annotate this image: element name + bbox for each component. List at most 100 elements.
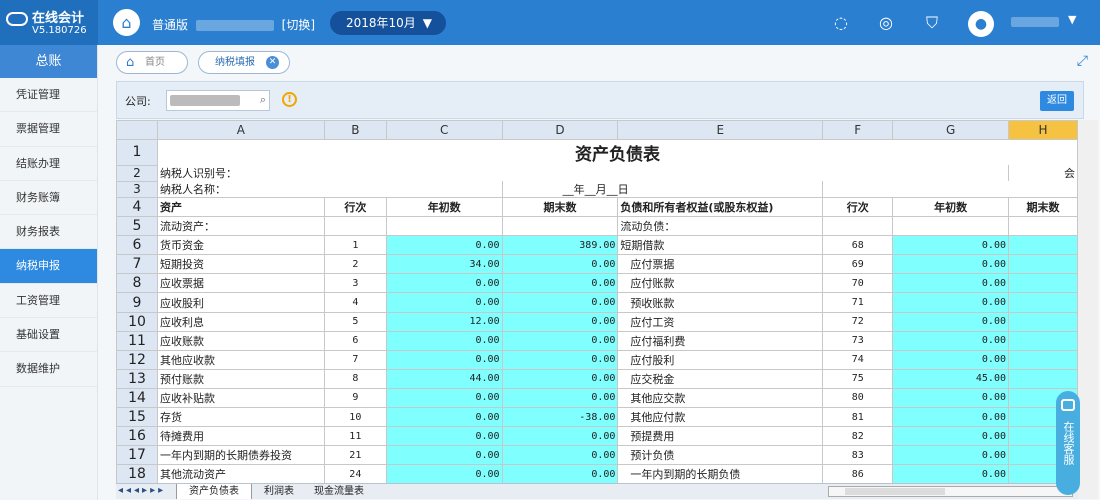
asset-line-no[interactable]: 1	[323, 235, 387, 256]
asset-end-value[interactable]: 0.00	[501, 311, 619, 332]
message-icon[interactable]: ◌	[831, 13, 851, 33]
liability-name[interactable]: 短期借款	[617, 235, 824, 256]
row-header[interactable]: 14	[116, 387, 158, 409]
liability-line-no[interactable]: 75	[822, 368, 894, 389]
row-header[interactable]: 2	[116, 164, 158, 182]
asset-end-value[interactable]: 0.00	[501, 368, 619, 389]
right-fragment[interactable]: 会	[1008, 165, 1078, 181]
header-line-no-2[interactable]: 行次	[822, 196, 894, 218]
blank-cell[interactable]	[892, 216, 1009, 237]
online-service-button[interactable]: 在线客服	[1056, 391, 1080, 495]
asset-begin-value[interactable]: 34.00	[385, 254, 503, 275]
liability-name[interactable]: 应付福利费	[617, 330, 824, 351]
taxpayer-id-label[interactable]: 纳税人识别号：	[156, 165, 1010, 181]
back-button[interactable]: 返回	[1040, 91, 1074, 111]
expand-icon[interactable]: ⤢	[1077, 53, 1088, 69]
switch-link[interactable]: [切换]	[282, 18, 315, 32]
col-header-c[interactable]: C	[385, 120, 503, 140]
asset-line-no[interactable]: 8	[323, 368, 387, 389]
asset-begin-value[interactable]: 0.00	[385, 464, 503, 483]
sheet-tab-income[interactable]: 利润表	[252, 484, 306, 499]
sidebar-item-closing[interactable]: 结账办理	[0, 147, 97, 181]
asset-name[interactable]: 一年内到期的长期债券投资	[156, 445, 325, 466]
header-end[interactable]: 期末数	[501, 196, 619, 218]
asset-name[interactable]: 应收补贴款	[156, 387, 325, 409]
sidebar-item-voucher[interactable]: 凭证管理	[0, 78, 97, 113]
asset-name[interactable]: 其他应收款	[156, 349, 325, 370]
liability-begin-value[interactable]: 0.00	[892, 426, 1009, 447]
asset-begin-value[interactable]: 0.00	[385, 387, 503, 409]
vertical-scrollbar[interactable]	[1078, 120, 1098, 499]
asset-name[interactable]: 短期投资	[156, 254, 325, 275]
header-asset[interactable]: 资产	[156, 196, 325, 218]
liability-line-no[interactable]: 82	[822, 426, 894, 447]
liability-name[interactable]: 应付票据	[617, 254, 824, 275]
liability-name[interactable]: 应付股利	[617, 349, 824, 370]
tab-home[interactable]: ⌂ 首页	[116, 51, 188, 74]
asset-begin-value[interactable]: 0.00	[385, 330, 503, 351]
asset-line-no[interactable]: 4	[323, 292, 387, 313]
row-header[interactable]: 17	[116, 445, 158, 466]
liability-line-no[interactable]: 70	[822, 273, 894, 294]
asset-end-value[interactable]: 0.00	[501, 273, 619, 294]
asset-name[interactable]: 预付账款	[156, 368, 325, 389]
sidebar-item-payroll[interactable]: 工资管理	[0, 284, 97, 319]
asset-name[interactable]: 待摊费用	[156, 426, 325, 447]
asset-name[interactable]: 应收票据	[156, 273, 325, 294]
sidebar-item-tax[interactable]: 纳税申报	[0, 249, 97, 284]
select-all-corner[interactable]	[116, 120, 158, 140]
asset-begin-value[interactable]: 0.00	[385, 273, 503, 294]
sheet-nav-arrows-icon[interactable]: ◂◂◂▸▸▸	[118, 485, 166, 496]
liability-name[interactable]: 预计负债	[617, 445, 824, 466]
asset-line-no[interactable]: 7	[323, 349, 387, 370]
sheet-tab-balance[interactable]: 资产负债表	[176, 484, 252, 499]
liability-name[interactable]: 一年内到期的长期负债	[617, 464, 824, 483]
user-menu-caret-icon[interactable]: ▼	[1068, 13, 1076, 26]
liability-line-no[interactable]: 74	[822, 349, 894, 370]
header-end-2[interactable]: 期末数	[1008, 196, 1078, 218]
asset-end-value[interactable]: 0.00	[501, 254, 619, 275]
asset-begin-value[interactable]: 0.00	[385, 349, 503, 370]
asset-line-no[interactable]: 9	[323, 387, 387, 409]
header-line-no[interactable]: 行次	[323, 196, 387, 218]
sheet-tab-cashflow[interactable]: 现金流量表	[302, 484, 376, 499]
blank-cell[interactable]	[385, 216, 503, 237]
asset-line-no[interactable]: 11	[323, 426, 387, 447]
period-selector[interactable]: 2018年10月 ▼	[330, 11, 446, 35]
liability-begin-value[interactable]: 45.00	[892, 368, 1009, 389]
sidebar-item-settings[interactable]: 基础设置	[0, 318, 97, 353]
asset-line-no[interactable]: 10	[323, 407, 387, 428]
asset-name[interactable]: 应收股利	[156, 292, 325, 313]
scroll-thumb[interactable]	[845, 488, 945, 495]
sidebar-item-ledgers[interactable]: 财务账簿	[0, 181, 97, 216]
col-header-d[interactable]: D	[501, 120, 619, 140]
asset-name[interactable]: 其他流动资产	[156, 464, 325, 483]
asset-end-value[interactable]: 0.00	[501, 426, 619, 447]
row-header[interactable]: 6	[116, 235, 158, 256]
liability-line-no[interactable]: 68	[822, 235, 894, 256]
search-icon[interactable]: ⌕	[260, 93, 266, 107]
col-header-h[interactable]: H	[1008, 120, 1078, 140]
liability-begin-value[interactable]: 0.00	[892, 235, 1009, 256]
blank-cell[interactable]	[1008, 216, 1078, 237]
row-header[interactable]: 13	[116, 368, 158, 389]
asset-line-no[interactable]: 24	[323, 464, 387, 483]
asset-begin-value[interactable]: 0.00	[385, 407, 503, 428]
liability-end-value[interactable]	[1008, 235, 1078, 256]
liability-begin-value[interactable]: 0.00	[892, 273, 1009, 294]
liability-line-no[interactable]: 80	[822, 387, 894, 409]
row-header[interactable]: 9	[116, 292, 158, 313]
row-header[interactable]: 3	[116, 180, 158, 198]
current-liabilities-label[interactable]: 流动负债：	[617, 216, 824, 237]
liability-line-no[interactable]: 81	[822, 407, 894, 428]
liability-begin-value[interactable]: 0.00	[892, 445, 1009, 466]
row-header[interactable]: 10	[116, 311, 158, 332]
row-header[interactable]: 16	[116, 426, 158, 447]
liability-name[interactable]: 其他应付款	[617, 407, 824, 428]
blank-cell[interactable]	[501, 216, 619, 237]
liability-name[interactable]: 预提费用	[617, 426, 824, 447]
liability-end-value[interactable]	[1008, 330, 1078, 351]
asset-name[interactable]: 货币资金	[156, 235, 325, 256]
liability-name[interactable]: 其他应交款	[617, 387, 824, 409]
current-assets-label[interactable]: 流动资产：	[156, 216, 325, 237]
